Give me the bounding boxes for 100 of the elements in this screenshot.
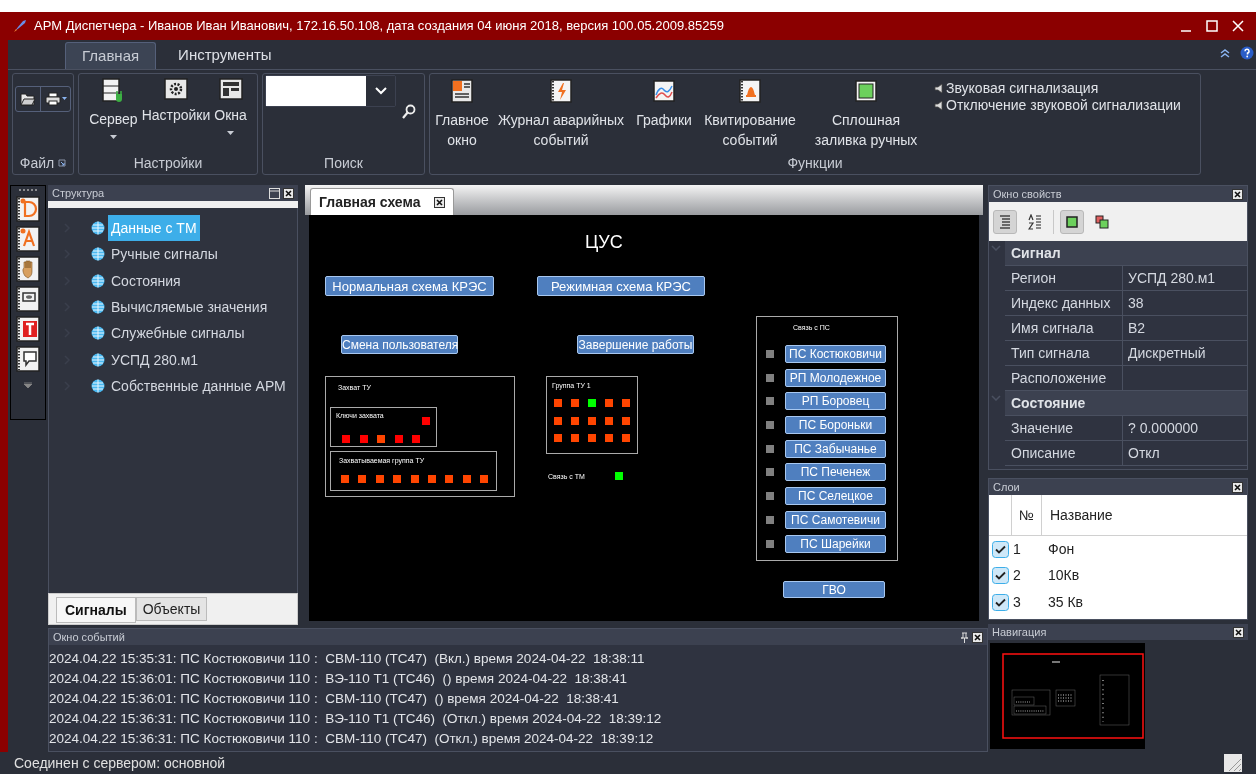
property-name: Значение: [1011, 418, 1074, 438]
grip-icon[interactable]: [18, 188, 38, 192]
sound-menu-item[interactable]: Звуковая сигнализация: [934, 80, 1181, 97]
property-name: Индекс данных: [1011, 293, 1111, 313]
globe-icon: [91, 221, 105, 236]
table-cell-text: Фон: [1047, 539, 1075, 559]
tree-item[interactable]: Вычисляемые значения: [108, 294, 271, 321]
windows-icon: [218, 78, 243, 100]
tree-item[interactable]: УСПД 280.м1: [108, 346, 202, 373]
document-tab[interactable]: Главная схема: [310, 188, 455, 215]
schema-button[interactable]: Нормальная схема КРЭС: [325, 276, 494, 296]
letter-t-icon[interactable]: [16, 316, 40, 342]
search-icon[interactable]: [402, 104, 416, 120]
globe-icon: [91, 352, 105, 367]
table-cell-text: 10Кв: [1047, 566, 1080, 586]
close-icon[interactable]: [1233, 626, 1244, 638]
event-log-entry: 2024.04.22 15:36:01: ПС Костюковичи 110 : ВЭ-110 Т1 (ТС46) () время 2024-04-22 18:38:41: [49, 670, 628, 688]
speech-bubble-icon[interactable]: [16, 346, 40, 372]
ribbon-tab[interactable]: Инструменты: [162, 42, 288, 69]
schema-button[interactable]: ГВО: [783, 581, 885, 598]
tree-item[interactable]: Ручные сигналы: [108, 241, 221, 268]
dialog-launcher-icon[interactable]: [58, 159, 67, 167]
server-icon: [102, 78, 125, 104]
resize-grip-icon[interactable]: [1224, 754, 1242, 772]
status-text: Соединен с сервером: основной: [14, 753, 226, 773]
globe-icon: [91, 247, 105, 262]
panel-tab[interactable]: Объекты: [135, 597, 208, 621]
sound-menu-item[interactable]: Отключение звуковой сигнализации: [934, 97, 1181, 114]
section-header: Состояние: [1010, 393, 1086, 413]
eye-icon[interactable]: [16, 286, 40, 312]
ribbon-button[interactable]: Графики: [632, 79, 696, 151]
event-log-entry: 2024.04.22 15:36:31: ПС Костюковичи 110 : СВМ-110 (ТС47) (Откл.) время 2024-04-22 18:39:12: [49, 730, 655, 748]
lightning-icon: [550, 79, 572, 103]
ribbon-button[interactable]: Сервер: [89, 78, 138, 148]
event-log-entry: 2024.04.22 15:35:31: ПС Костюковичи 110 : СВМ-110 (ТС47) (Вкл.) время 2024-04-22 18:38:11: [49, 650, 646, 668]
speaker-icon: [934, 83, 945, 94]
schema-button[interactable]: ПС Забычанье: [785, 439, 886, 458]
close-icon[interactable]: [972, 631, 983, 643]
checkbox[interactable]: [992, 593, 1009, 611]
maximize-icon[interactable]: [1206, 20, 1218, 32]
schema-button[interactable]: РП Боровец: [785, 392, 886, 411]
property-name: Описание: [1011, 443, 1076, 463]
float-icon[interactable]: [269, 187, 280, 199]
square-icon: [1065, 214, 1079, 229]
ribbon-button[interactable]: Сплошная заливка ручных: [804, 79, 928, 151]
rocket-icon: [12, 18, 28, 34]
property-value: Откл: [1128, 443, 1160, 463]
schema-button[interactable]: ПС Шарейки: [785, 534, 886, 553]
property-name: Имя сигнала: [1011, 318, 1094, 338]
help-icon[interactable]: [1240, 46, 1254, 60]
toolbar-button[interactable]: [1060, 209, 1084, 234]
schema-button[interactable]: ПС Печенеж: [785, 463, 886, 482]
folder-icon: [20, 92, 36, 106]
minimap-drawing[interactable]: [990, 643, 1145, 749]
schema-button[interactable]: ПС Бороньки: [785, 416, 886, 435]
panel-title: Слои: [993, 481, 1020, 493]
checkbox[interactable]: [992, 540, 1009, 558]
toolbar-button[interactable]: [993, 209, 1017, 234]
ribbon-button[interactable]: Окна: [214, 78, 247, 148]
schema-button[interactable]: ПС Селецкое: [785, 487, 886, 506]
tree-item[interactable]: Служебные сигналы: [108, 320, 248, 347]
schema-button[interactable]: РП Молодежное: [785, 368, 886, 387]
column-header: Название: [1049, 505, 1114, 525]
property-value: B2: [1128, 318, 1146, 338]
caret-icon: [61, 97, 67, 101]
overflow-icon[interactable]: [24, 382, 32, 388]
schema-button[interactable]: Смена пользователя: [341, 335, 458, 354]
letter-d-icon[interactable]: [16, 196, 40, 222]
ribbon-tab[interactable]: Главная: [65, 42, 157, 69]
schema-button[interactable]: Завершение работы: [577, 335, 694, 354]
collapse-icon[interactable]: [1220, 48, 1230, 58]
group-label: Поиск: [324, 153, 363, 173]
schema-button[interactable]: Режимная схема КРЭС: [537, 276, 705, 296]
schema-button[interactable]: ПС Костюковичи: [785, 345, 886, 363]
checkbox[interactable]: [992, 567, 1009, 585]
document-icon: [451, 79, 473, 103]
close-icon[interactable]: [1232, 188, 1243, 200]
ribbon-button[interactable]: Квитирование событий: [700, 79, 800, 151]
close-icon[interactable]: [283, 187, 294, 199]
print-button[interactable]: [40, 87, 70, 111]
tree-item[interactable]: Состояния: [108, 267, 184, 294]
property-value: УСПД 280.м1: [1128, 268, 1216, 288]
globe-icon: [91, 300, 105, 315]
chart-icon: [653, 79, 675, 103]
ribbon-button[interactable]: Главное окно: [434, 79, 490, 151]
globe-icon: [91, 273, 105, 288]
panel-tab[interactable]: Сигналы: [56, 597, 136, 623]
ribbon-button[interactable]: Настройки: [141, 78, 211, 148]
schema-button[interactable]: ПС Самотевичи: [785, 510, 886, 529]
letter-a-icon[interactable]: [16, 226, 40, 252]
close-icon[interactable]: [434, 196, 446, 208]
tree-item[interactable]: Собственные данные АРМ: [108, 372, 289, 399]
table-cell-text: 2: [1012, 566, 1022, 586]
group-label: Файл: [19, 153, 55, 173]
pin-icon[interactable]: [960, 631, 969, 643]
sort-alphabetical-icon: [1028, 213, 1042, 230]
search-field[interactable]: [265, 75, 396, 107]
square-icon: [855, 79, 877, 103]
ribbon-button[interactable]: Журнал аварийных событий: [494, 79, 628, 151]
close-icon[interactable]: [1232, 481, 1243, 493]
